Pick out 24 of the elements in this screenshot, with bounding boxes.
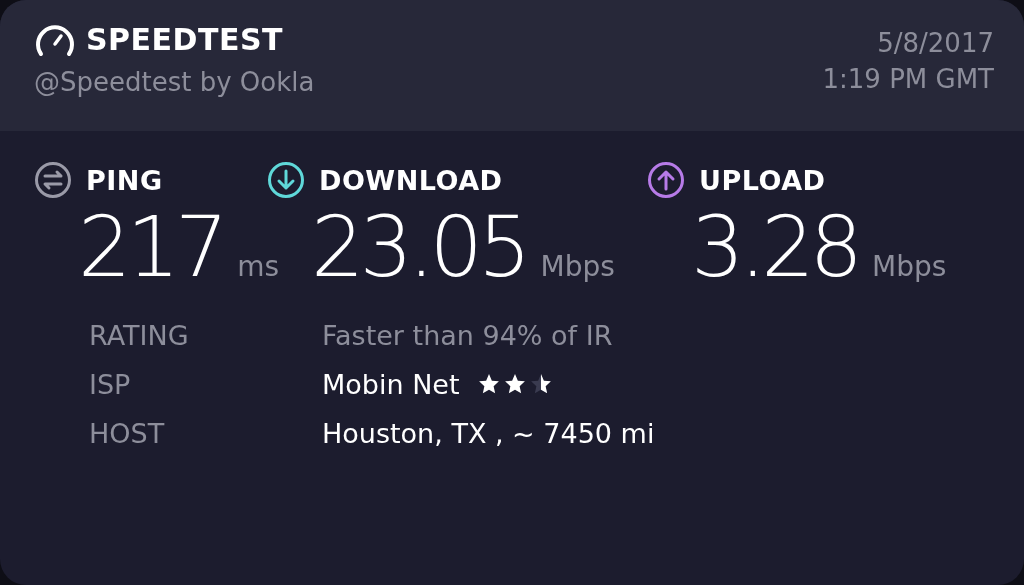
- test-date: 5/8/2017: [877, 28, 994, 58]
- star-icon: [477, 373, 500, 396]
- metric-unit: ms: [237, 250, 280, 283]
- metric-value: 23.05: [311, 199, 527, 296]
- metric-value: 3.28: [691, 199, 859, 296]
- metric-label: DOWNLOAD: [319, 164, 503, 196]
- test-time: 1:19 PM GMT: [822, 64, 994, 94]
- metric-unit: Mbps: [872, 250, 947, 283]
- detail-value: Mobin Net: [322, 368, 460, 400]
- detail-label: HOST: [89, 417, 166, 449]
- metric-value: 217: [78, 199, 224, 296]
- metric-label: PING: [86, 164, 163, 196]
- gauge-icon: [34, 22, 76, 57]
- metric-label: UPLOAD: [699, 164, 826, 196]
- brand-name: SPEEDTEST: [86, 22, 283, 57]
- byline: @Speedtest by Ookla: [34, 67, 315, 97]
- metric-unit: Mbps: [540, 250, 615, 283]
- half-star-icon: [529, 373, 552, 396]
- star-icon: [503, 373, 526, 396]
- detail-value: Houston, TX , ~ 7450 mi: [322, 417, 655, 449]
- detail-label: RATING: [89, 319, 190, 351]
- detail-label: ISP: [89, 368, 132, 400]
- exchange-arrows-icon: [34, 161, 72, 199]
- detail-value: Faster than 94% of IR: [322, 319, 613, 351]
